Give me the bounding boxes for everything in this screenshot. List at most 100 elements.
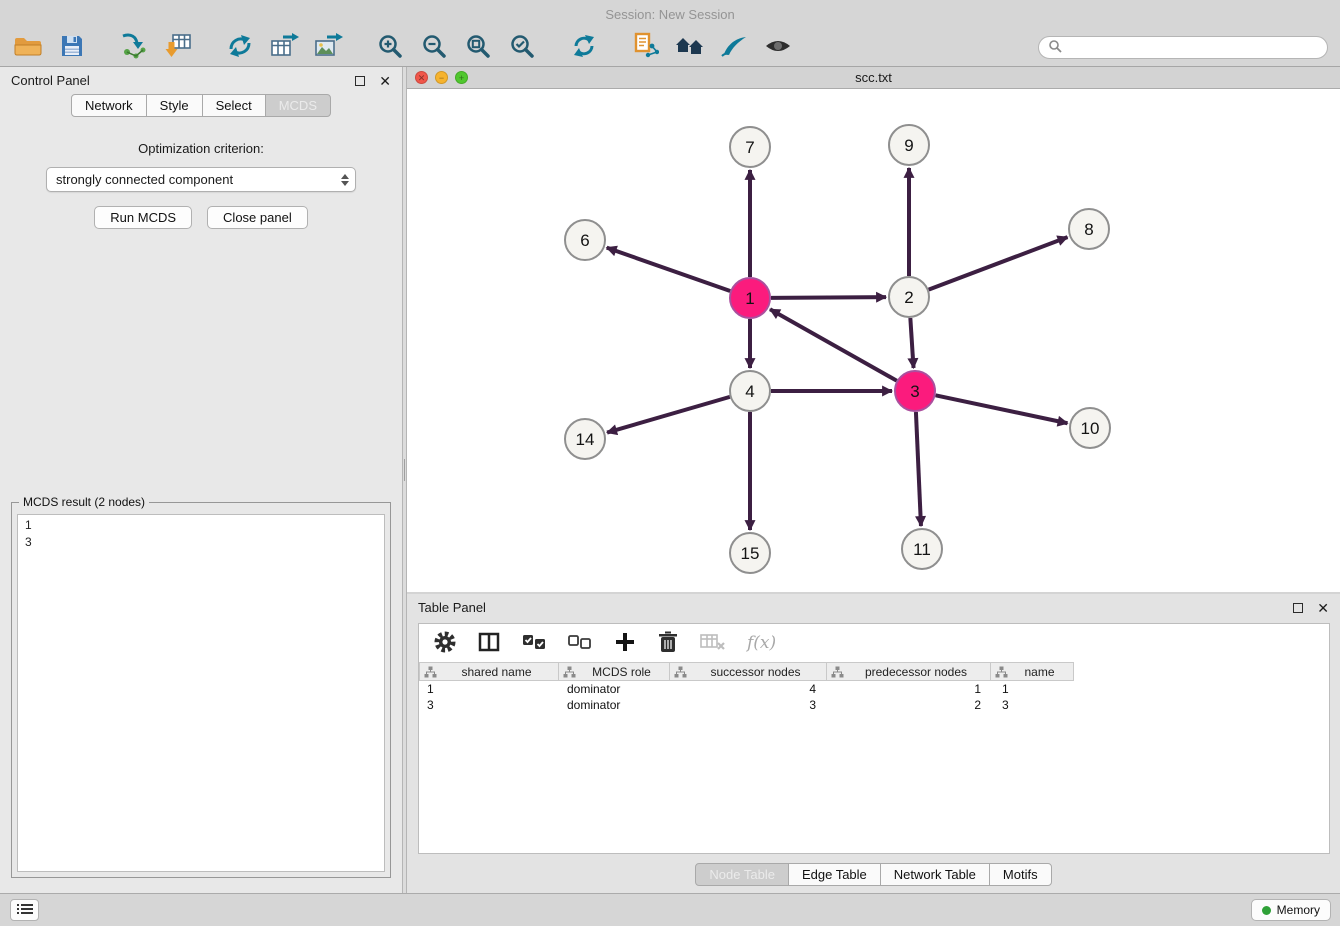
node-15[interactable]: 15: [730, 533, 770, 573]
tab-mcds[interactable]: MCDS: [265, 94, 331, 117]
edge-4-14[interactable]: [607, 397, 730, 433]
zoom-window-button[interactable]: +: [455, 71, 468, 84]
svg-text:10: 10: [1081, 419, 1100, 438]
search-box[interactable]: [1038, 36, 1328, 59]
memory-button[interactable]: Memory: [1251, 899, 1331, 921]
import-network-icon: [120, 32, 148, 62]
edge-1-2[interactable]: [771, 297, 886, 298]
optimization-criterion-select[interactable]: strongly connected component: [46, 167, 356, 192]
network-window-titlebar[interactable]: scc.txt ✕−+: [407, 67, 1340, 89]
memory-status-icon: [1262, 906, 1271, 915]
network-canvas[interactable]: 7 9 6 8 1 2 4 3 10 14 15 11: [407, 89, 1340, 592]
node-9[interactable]: 9: [889, 125, 929, 165]
node-1[interactable]: 1: [730, 278, 770, 318]
mcds-result-title: MCDS result (2 nodes): [19, 495, 149, 509]
float-panel-icon[interactable]: [1293, 603, 1303, 613]
annotations-button[interactable]: [716, 30, 752, 64]
svg-text:11: 11: [913, 540, 931, 559]
task-history-button[interactable]: [10, 899, 39, 921]
zoom-out-button[interactable]: [416, 30, 452, 64]
table-cell[interactable]: dominator: [559, 681, 671, 697]
table-cell[interactable]: 1: [994, 681, 1078, 697]
export-network-button[interactable]: [266, 30, 302, 64]
network-graph[interactable]: 7 9 6 8 1 2 4 3 10 14 15 11: [407, 89, 1340, 592]
table-row[interactable]: 1dominator411: [419, 681, 1329, 697]
open-session-button[interactable]: [10, 30, 46, 64]
first-neighbors-button[interactable]: [672, 30, 708, 64]
column-header-name[interactable]: name: [990, 662, 1074, 681]
column-header-successor-nodes[interactable]: successor nodes: [669, 662, 827, 681]
edge-3-11[interactable]: [916, 412, 921, 526]
delete-column-button[interactable]: [657, 630, 679, 657]
node-3[interactable]: 3: [895, 371, 935, 411]
edge-3-1[interactable]: [770, 309, 897, 380]
export-table-icon: [269, 33, 299, 62]
zoom-fit-button[interactable]: [460, 30, 496, 64]
tab-select[interactable]: Select: [202, 94, 266, 117]
node-4[interactable]: 4: [730, 371, 770, 411]
node-2[interactable]: 2: [889, 277, 929, 317]
table-cell[interactable]: 1: [829, 681, 994, 697]
dropdown-selected-value: strongly connected component: [56, 172, 233, 187]
close-window-button[interactable]: ✕: [415, 71, 428, 84]
zoom-selected-button[interactable]: [504, 30, 540, 64]
close-panel-icon[interactable]: ✕: [379, 74, 391, 88]
tab-node-table[interactable]: Node Table: [695, 863, 789, 886]
table-row[interactable]: 3dominator323: [419, 697, 1329, 713]
table-cell[interactable]: 3: [994, 697, 1078, 713]
select-all-button[interactable]: [521, 630, 547, 657]
search-input[interactable]: [1068, 41, 1318, 55]
close-panel-button[interactable]: Close panel: [207, 206, 308, 229]
edge-1-6[interactable]: [607, 248, 730, 291]
column-header-predecessor-nodes[interactable]: predecessor nodes: [826, 662, 991, 681]
show-columns-button[interactable]: [477, 630, 501, 657]
new-network-button[interactable]: [222, 30, 258, 64]
copy-style-button[interactable]: [628, 30, 664, 64]
save-session-button[interactable]: [54, 30, 90, 64]
table-cell[interactable]: 1: [419, 681, 559, 697]
import-network-button[interactable]: [116, 30, 152, 64]
export-image-button[interactable]: [310, 30, 346, 64]
import-table-button[interactable]: [160, 30, 196, 64]
zoom-in-button[interactable]: [372, 30, 408, 64]
table-cell[interactable]: dominator: [559, 697, 671, 713]
minimize-window-button[interactable]: −: [435, 71, 448, 84]
trash-icon: [657, 630, 679, 657]
float-panel-icon[interactable]: [355, 76, 365, 86]
node-6[interactable]: 6: [565, 220, 605, 260]
tab-motifs[interactable]: Motifs: [989, 863, 1052, 886]
function-builder-button[interactable]: f(x): [747, 633, 776, 653]
column-header-label: MCDS role: [578, 665, 665, 679]
close-panel-icon[interactable]: ✕: [1317, 601, 1329, 615]
edge-2-8[interactable]: [929, 237, 1068, 289]
node-7[interactable]: 7: [730, 127, 770, 167]
control-panel: Control Panel ✕ NetworkStyleSelectMCDS O…: [0, 67, 402, 893]
houses-icon: [675, 34, 705, 61]
run-mcds-button[interactable]: Run MCDS: [94, 206, 192, 229]
column-header-shared-name[interactable]: shared name: [419, 662, 559, 681]
node-10[interactable]: 10: [1070, 408, 1110, 448]
table-cell[interactable]: 2: [829, 697, 994, 713]
window-titlebar[interactable]: Session: New Session: [0, 0, 1340, 28]
tab-style[interactable]: Style: [146, 94, 203, 117]
delete-table-button[interactable]: [699, 631, 727, 656]
table-settings-button[interactable]: [433, 630, 457, 657]
table-cell[interactable]: 3: [671, 697, 829, 713]
column-header-MCDS-role[interactable]: MCDS role: [558, 662, 670, 681]
tab-network-table[interactable]: Network Table: [880, 863, 990, 886]
gear-icon: [433, 630, 457, 657]
tab-edge-table[interactable]: Edge Table: [788, 863, 881, 886]
table-cell[interactable]: 3: [419, 697, 559, 713]
show-hide-button[interactable]: [760, 30, 796, 64]
table-cell[interactable]: 4: [671, 681, 829, 697]
node-11[interactable]: 11: [902, 529, 942, 569]
node-14[interactable]: 14: [565, 419, 605, 459]
node-8[interactable]: 8: [1069, 209, 1109, 249]
tab-network[interactable]: Network: [71, 94, 147, 117]
add-column-button[interactable]: [613, 630, 637, 657]
deselect-all-button[interactable]: [567, 630, 593, 657]
edge-3-10[interactable]: [936, 395, 1068, 423]
refresh-view-button[interactable]: [566, 30, 602, 64]
edge-2-3[interactable]: [910, 318, 913, 368]
search-icon: [1048, 39, 1062, 56]
